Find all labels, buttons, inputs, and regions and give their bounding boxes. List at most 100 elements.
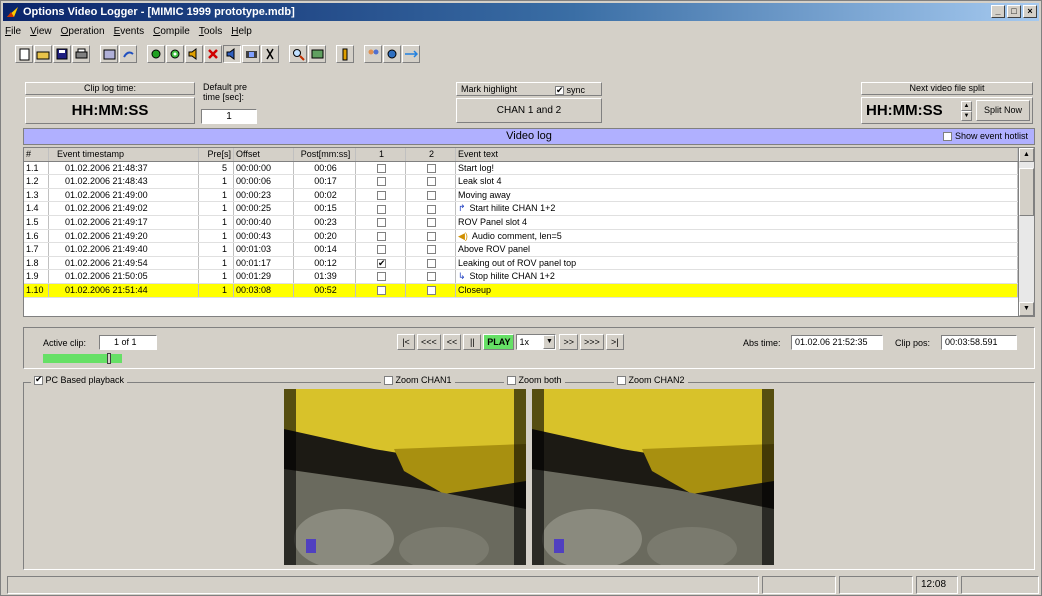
- chan2-checkbox[interactable]: [427, 218, 436, 228]
- chan2-checkbox[interactable]: [427, 177, 436, 187]
- default-pre-input[interactable]: 1: [201, 109, 257, 124]
- menu-compile[interactable]: Compile: [153, 24, 190, 40]
- table-row[interactable]: 1.2 01.02.2006 21:48:43 1 00:00:06 00:17 Leak…: [24, 175, 1018, 189]
- menu-file[interactable]: File: [5, 24, 21, 40]
- col-header-offset[interactable]: Offset: [234, 148, 294, 161]
- delete-red-icon[interactable]: [204, 45, 222, 63]
- table-row[interactable]: 1.5 01.02.2006 21:49:17 1 00:00:40 00:23 ROV …: [24, 215, 1018, 230]
- col-header-event-text[interactable]: Event text: [456, 148, 1018, 161]
- video-view-chan2[interactable]: [532, 389, 774, 565]
- sync-checkbox[interactable]: [555, 84, 564, 96]
- chan2-checkbox[interactable]: [427, 190, 436, 200]
- chan-1-and-2-button[interactable]: CHAN 1 and 2: [456, 98, 602, 123]
- title-bar[interactable]: Options Video Logger - [MIMIC 1999 proto…: [3, 3, 1039, 21]
- audio-speaker-icon[interactable]: [185, 45, 203, 63]
- show-hotlist-checkbox[interactable]: [943, 132, 953, 142]
- chan1-checkbox[interactable]: [377, 204, 386, 214]
- save-icon[interactable]: [53, 45, 71, 63]
- record-green-icon[interactable]: [166, 45, 184, 63]
- chevron-down-icon[interactable]: ▼: [543, 335, 556, 349]
- film-icon[interactable]: [242, 45, 260, 63]
- print-icon[interactable]: [72, 45, 90, 63]
- chan1-checkbox[interactable]: [377, 286, 386, 296]
- open-folder-icon[interactable]: [34, 45, 52, 63]
- active-clip-field[interactable]: 1 of 1: [99, 335, 157, 350]
- col-header-num[interactable]: #: [24, 148, 49, 161]
- spin-down-icon[interactable]: ▼: [961, 111, 972, 121]
- scroll-up-icon[interactable]: ▲: [1019, 148, 1034, 162]
- chan1-checkbox[interactable]: [377, 163, 386, 173]
- chan2-checkbox[interactable]: [427, 245, 436, 255]
- network-icon[interactable]: [383, 45, 401, 63]
- spin-up-icon[interactable]: ▲: [961, 101, 972, 111]
- zoom-icon[interactable]: [289, 45, 307, 63]
- minimize-button[interactable]: _: [991, 5, 1005, 18]
- col-header-chan1[interactable]: 1: [356, 148, 406, 161]
- chan1-checkbox[interactable]: [377, 231, 386, 241]
- new-file-icon[interactable]: [15, 45, 33, 63]
- chan1-checkbox[interactable]: [377, 177, 386, 187]
- clip-progress-track[interactable]: [43, 353, 1029, 365]
- chan2-checkbox[interactable]: [427, 286, 436, 296]
- table-row[interactable]: 1.4 01.02.2006 21:49:02 1 00:00:25 00:15 ↱ Sta…: [24, 202, 1018, 216]
- settings-icon[interactable]: [308, 45, 326, 63]
- grid-scrollbar[interactable]: ▲ ▼: [1018, 147, 1035, 317]
- menu-view[interactable]: View: [30, 24, 52, 40]
- cut-icon[interactable]: [261, 45, 279, 63]
- split-now-button[interactable]: Split Now: [976, 100, 1030, 121]
- menu-operation[interactable]: Operation: [61, 24, 105, 40]
- arrows-icon[interactable]: [402, 45, 420, 63]
- zoom-chan1-checkbox[interactable]: [384, 376, 393, 386]
- chan1-checkbox[interactable]: [377, 218, 386, 228]
- zoom-both-checkbox[interactable]: [507, 376, 516, 386]
- users-icon[interactable]: [364, 45, 382, 63]
- abs-time-field[interactable]: 01.02.06 21:52:35: [791, 335, 883, 350]
- table-row[interactable]: 1.9 01.02.2006 21:50:05 1 00:01:29 01:39 ↳ Sto…: [24, 270, 1018, 284]
- chan2-checkbox[interactable]: [427, 163, 436, 173]
- chan2-checkbox[interactable]: [427, 272, 436, 282]
- speed-select[interactable]: 1x ▼: [516, 334, 557, 350]
- maximize-button[interactable]: □: [1007, 5, 1021, 18]
- table-row[interactable]: 1.3 01.02.2006 21:49:00 1 00:00:23 00:02 Movi…: [24, 188, 1018, 203]
- go-end-button[interactable]: >|: [605, 334, 624, 350]
- menu-tools[interactable]: Tools: [199, 24, 222, 40]
- video-view-chan1[interactable]: [284, 389, 526, 565]
- chan1-checkbox[interactable]: [377, 190, 386, 200]
- chan2-checkbox[interactable]: [427, 258, 436, 268]
- menu-events[interactable]: Events: [114, 24, 145, 40]
- speaker-icon[interactable]: [223, 45, 241, 63]
- pc-playback-checkbox[interactable]: [34, 374, 43, 386]
- clip-pos-field[interactable]: 00:03:58.591: [941, 335, 1017, 350]
- table-row[interactable]: 1.6 01.02.2006 21:49:20 1 00:00:43 00:20 ◀) Au…: [24, 229, 1018, 244]
- go-start-button[interactable]: |<: [397, 334, 415, 350]
- col-header-timestamp[interactable]: Event timestamp: [49, 148, 199, 161]
- split-spinner[interactable]: ▲ ▼: [961, 101, 972, 121]
- chan1-checkbox[interactable]: [377, 245, 386, 255]
- table-row[interactable]: 1.10 01.02.2006 21:51:44 1 00:03:08 00:52 Clo…: [24, 283, 1018, 298]
- info-icon[interactable]: [336, 45, 354, 63]
- forward-button[interactable]: >>: [559, 334, 578, 350]
- scroll-down-icon[interactable]: ▼: [1019, 302, 1034, 316]
- chan1-checkbox[interactable]: [377, 272, 386, 282]
- chan1-checkbox[interactable]: [377, 257, 386, 269]
- table-row[interactable]: 1.801.02.2006 21:49:54100:01:1700:12 Leak…: [24, 256, 1018, 271]
- menu-help[interactable]: Help: [231, 24, 252, 40]
- rewind-button[interactable]: <<: [442, 334, 462, 350]
- link-icon[interactable]: [119, 45, 137, 63]
- col-header-post[interactable]: Post[mm:ss]: [294, 148, 356, 161]
- add-green-icon[interactable]: [147, 45, 165, 63]
- table-row[interactable]: 1.1 01.02.2006 21:48:37 5 00:00:00 00:06 Star…: [24, 161, 1018, 176]
- scroll-thumb[interactable]: [1019, 168, 1034, 216]
- close-button[interactable]: ×: [1023, 5, 1037, 18]
- play-button[interactable]: PLAY: [483, 334, 515, 350]
- pause-button[interactable]: ||: [463, 334, 482, 350]
- table-row[interactable]: 1.7 01.02.2006 21:49:40 1 00:01:03 00:14 Abov…: [24, 243, 1018, 257]
- zoom-chan2-checkbox[interactable]: [617, 376, 626, 386]
- forward-fast-button[interactable]: >>>: [580, 334, 604, 350]
- video-card-icon[interactable]: [100, 45, 118, 63]
- col-header-chan2[interactable]: 2: [406, 148, 456, 161]
- chan2-checkbox[interactable]: [427, 231, 436, 241]
- chan2-checkbox[interactable]: [427, 204, 436, 214]
- col-header-pre[interactable]: Pre[s]: [199, 148, 234, 161]
- clip-progress-handle[interactable]: [107, 353, 111, 364]
